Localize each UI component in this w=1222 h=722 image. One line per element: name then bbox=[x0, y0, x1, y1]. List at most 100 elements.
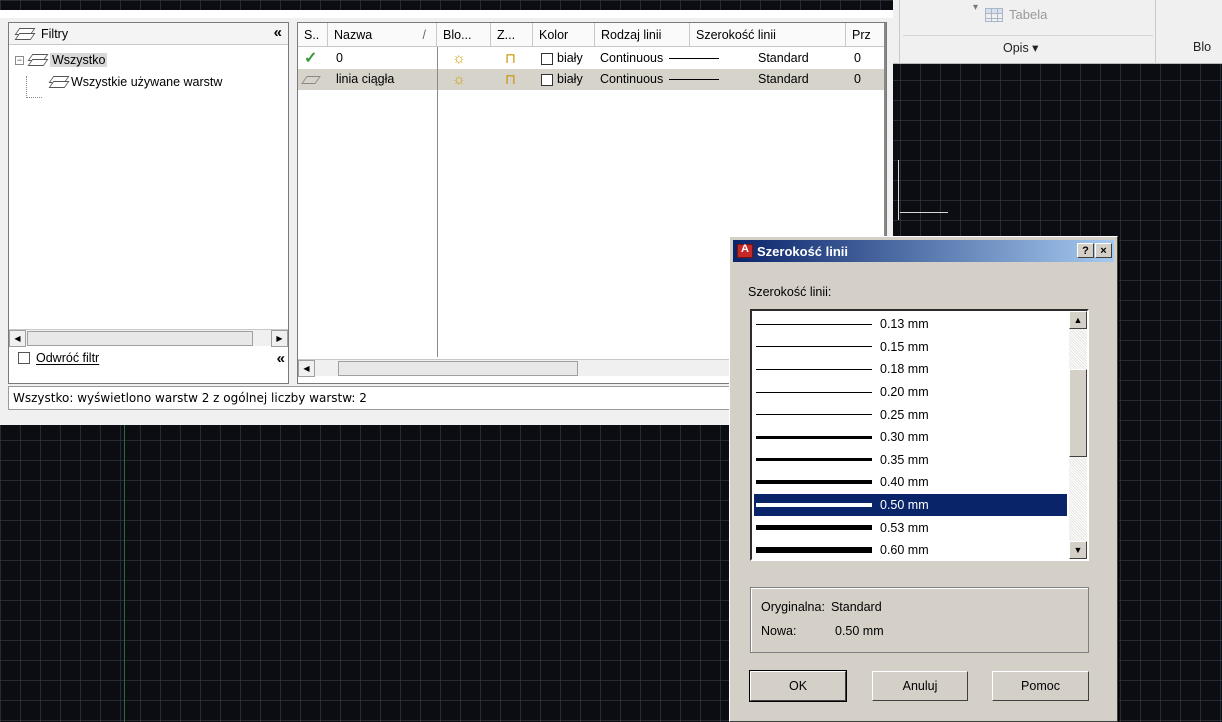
scroll-down-icon[interactable]: ▼ bbox=[1069, 541, 1087, 559]
layer-name: 0 bbox=[336, 51, 343, 65]
layer-linetype[interactable]: Continuous bbox=[600, 69, 725, 90]
cancel-button[interactable]: Anuluj bbox=[872, 671, 968, 701]
lineweight-sample bbox=[756, 503, 872, 508]
scroll-right-icon[interactable]: ▶ bbox=[271, 330, 288, 347]
lineweight-vertical-scrollbar[interactable]: ▲ ▼ bbox=[1069, 311, 1087, 559]
dropdown-arrow-icon[interactable]: ▾ bbox=[973, 2, 978, 13]
autocad-logo-icon bbox=[737, 243, 753, 258]
lineweight-option-label: 0.53 mm bbox=[880, 520, 929, 535]
lineweight-option[interactable]: 0.25 mm bbox=[754, 403, 1067, 426]
layer-icon bbox=[301, 75, 321, 84]
lineweight-option[interactable]: 0.50 mm bbox=[754, 493, 1067, 517]
ribbon-separator bbox=[1155, 0, 1156, 64]
filter-horizontal-scrollbar[interactable]: ◀ ▶ bbox=[9, 329, 288, 347]
layers-icon bbox=[28, 53, 46, 67]
original-row: Oryginalna: Standard bbox=[761, 600, 882, 614]
column-plot[interactable]: Prz bbox=[846, 23, 886, 47]
lineweight-sample bbox=[756, 547, 872, 554]
tree-item-used-layers[interactable]: Wszystkie używane warstw bbox=[49, 75, 222, 89]
help-icon[interactable]: ? bbox=[1077, 243, 1094, 258]
filter-icon bbox=[49, 75, 67, 89]
annotation-group-label[interactable]: Opis ▾ bbox=[1003, 40, 1038, 55]
layer-plot-style[interactable]: 0 bbox=[854, 69, 861, 90]
column-color[interactable]: Kolor bbox=[533, 23, 595, 47]
filter-header: Filtry « bbox=[9, 23, 288, 45]
ok-button[interactable]: OK bbox=[749, 670, 847, 702]
filter-header-label: Filtry bbox=[41, 26, 69, 41]
column-linetype[interactable]: Rodzaj linii bbox=[595, 23, 690, 47]
tree-item-all[interactable]: − Wszystko bbox=[15, 53, 108, 67]
color-swatch bbox=[541, 52, 553, 65]
original-label: Oryginalna: bbox=[761, 600, 825, 614]
lineweight-option[interactable]: 0.15 mm bbox=[754, 336, 1067, 359]
new-row: Nowa: 0.50 mm bbox=[761, 624, 884, 638]
table-row[interactable]: ✓ 0 ☼ ⊓ biały Continuous Standard 0 bbox=[298, 48, 886, 69]
column-lock[interactable]: Z... bbox=[491, 23, 533, 47]
crosshair-horizontal bbox=[900, 212, 948, 213]
lineweight-sample bbox=[756, 391, 872, 393]
sort-indicator-icon: / bbox=[422, 28, 426, 42]
sun-icon[interactable]: ☼ bbox=[452, 69, 466, 90]
lineweight-option-label: 0.20 mm bbox=[880, 385, 929, 400]
scrollbar-thumb[interactable] bbox=[338, 361, 578, 376]
invert-filter-label[interactable]: Odwróć filtr bbox=[36, 351, 99, 365]
invert-filter-row: Odwróć filtr « bbox=[8, 346, 289, 370]
crosshair-vertical bbox=[898, 160, 899, 220]
lineweight-option[interactable]: 0.30 mm bbox=[754, 426, 1067, 449]
dialog-titlebar[interactable]: Szerokość linii ? × bbox=[733, 240, 1114, 262]
lineweight-option[interactable]: 0.40 mm bbox=[754, 471, 1067, 494]
layer-linetype[interactable]: Continuous bbox=[600, 48, 725, 69]
lineweight-list[interactable]: 0.60 mm 0.53 mm 0.50 mm 0.40 mm 0.35 mm 0.30 … bbox=[750, 309, 1089, 561]
layer-name: linia ciągła bbox=[336, 72, 395, 86]
table-icon bbox=[985, 7, 1003, 22]
scrollbar-thumb[interactable] bbox=[1069, 369, 1087, 457]
layer-status bbox=[301, 69, 321, 90]
unlock-icon[interactable]: ⊓ bbox=[505, 48, 516, 69]
help-button[interactable]: Pomoc bbox=[992, 671, 1089, 701]
collapse-filters-icon[interactable]: « bbox=[277, 350, 285, 367]
table-button-label: Tabela bbox=[1009, 7, 1048, 22]
block-group-label[interactable]: Blo bbox=[1193, 40, 1211, 54]
layer-color-label: biały bbox=[557, 51, 583, 65]
layer-plot-style[interactable]: 0 bbox=[854, 48, 861, 69]
lineweight-option-label: 0.35 mm bbox=[880, 452, 929, 467]
lineweight-option[interactable]: 0.13 mm bbox=[754, 313, 1067, 336]
linetype-sample bbox=[669, 79, 720, 81]
scroll-left-icon[interactable]: ◀ bbox=[9, 330, 26, 347]
sun-icon[interactable]: ☼ bbox=[452, 48, 466, 69]
column-name-label: Nazwa bbox=[334, 28, 373, 42]
scrollbar-thumb[interactable] bbox=[27, 331, 253, 346]
close-icon[interactable]: × bbox=[1095, 243, 1112, 258]
layer-lineweight[interactable]: Standard bbox=[758, 69, 809, 90]
layer-color[interactable]: biały bbox=[541, 69, 583, 90]
tree-collapse-icon[interactable]: − bbox=[15, 55, 24, 65]
linetype-sample bbox=[669, 58, 720, 60]
lineweight-option[interactable]: 0.60 mm bbox=[754, 539, 1067, 559]
unlock-icon[interactable]: ⊓ bbox=[505, 69, 516, 90]
scroll-left-icon[interactable]: ◀ bbox=[298, 360, 315, 377]
table-button[interactable]: Tabela bbox=[985, 7, 1047, 22]
column-name[interactable]: Nazwa / bbox=[328, 23, 437, 47]
invert-filter-checkbox[interactable] bbox=[18, 352, 30, 364]
table-row[interactable]: linia ciągła ☼ ⊓ biały Continuous Standa… bbox=[298, 69, 886, 90]
lineweight-option[interactable]: 0.35 mm bbox=[754, 449, 1067, 472]
lineweight-option[interactable]: 0.20 mm bbox=[754, 381, 1067, 404]
layer-color-label: biały bbox=[557, 72, 583, 86]
filter-icon bbox=[15, 27, 33, 41]
scroll-up-icon[interactable]: ▲ bbox=[1069, 311, 1087, 329]
lineweight-sample bbox=[756, 525, 872, 531]
layer-color[interactable]: biały bbox=[541, 48, 583, 69]
lineweight-option-label: 0.60 mm bbox=[880, 543, 929, 558]
lineweight-option[interactable]: 0.18 mm bbox=[754, 358, 1067, 381]
column-lineweight[interactable]: Szerokość linii bbox=[690, 23, 846, 47]
grid-pane-splitter[interactable] bbox=[437, 47, 438, 357]
collapse-panel-icon[interactable]: « bbox=[274, 24, 282, 41]
column-status[interactable]: S.. bbox=[298, 23, 328, 47]
layer-lineweight[interactable]: Standard bbox=[758, 48, 809, 69]
column-freeze[interactable]: Blo... bbox=[437, 23, 491, 47]
tree-connector bbox=[26, 76, 42, 98]
lineweight-sample bbox=[756, 368, 872, 370]
color-swatch bbox=[541, 73, 553, 86]
lineweight-option[interactable]: 0.53 mm bbox=[754, 516, 1067, 539]
lineweight-option-label: 0.15 mm bbox=[880, 339, 929, 354]
